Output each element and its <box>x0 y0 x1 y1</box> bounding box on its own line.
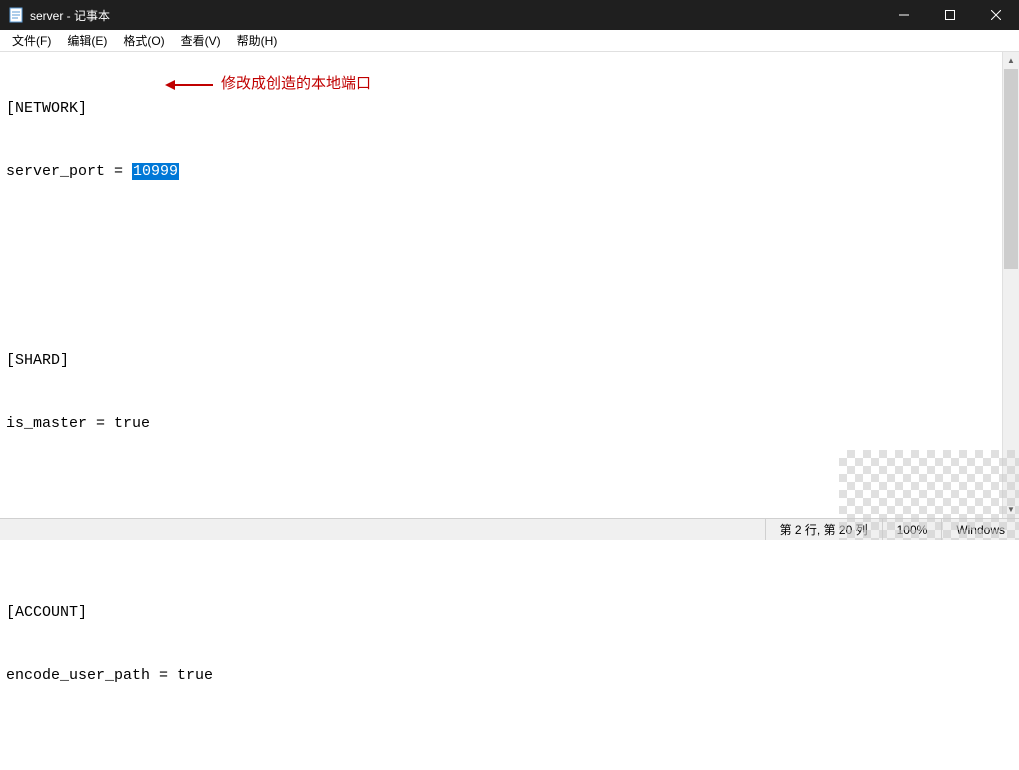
text-line: server_port = 10999 <box>6 161 996 182</box>
text-line <box>6 539 996 560</box>
text-editor[interactable]: [NETWORK] server_port = 10999 [SHARD] is… <box>0 52 1002 518</box>
minimize-button[interactable] <box>881 0 927 30</box>
editor-wrapper: [NETWORK] server_port = 10999 [SHARD] is… <box>0 52 1019 518</box>
window-title: server - 记事本 <box>30 7 881 24</box>
text-line <box>6 287 996 308</box>
arrow-left-icon <box>165 77 213 93</box>
close-button[interactable] <box>973 0 1019 30</box>
text-line: [NETWORK] <box>6 98 996 119</box>
menu-help[interactable]: 帮助(H) <box>229 30 286 51</box>
menu-file[interactable]: 文件(F) <box>4 30 59 51</box>
annotation: 修改成创造的本地端口 <box>165 74 371 95</box>
menu-view[interactable]: 查看(V) <box>173 30 229 51</box>
selected-text: 10999 <box>132 163 179 180</box>
scroll-thumb[interactable] <box>1004 69 1018 269</box>
vertical-scrollbar[interactable]: ▲ ▼ <box>1002 52 1019 518</box>
text-line: is_master = true <box>6 413 996 434</box>
window-controls <box>881 0 1019 30</box>
text-line <box>6 476 996 497</box>
text-line: [SHARD] <box>6 350 996 371</box>
maximize-button[interactable] <box>927 0 973 30</box>
titlebar[interactable]: server - 记事本 <box>0 0 1019 30</box>
menu-format[interactable]: 格式(O) <box>115 30 172 51</box>
scroll-up-button[interactable]: ▲ <box>1003 52 1019 69</box>
server-port-label: server_port = <box>6 163 132 180</box>
annotation-text: 修改成创造的本地端口 <box>221 74 371 95</box>
scroll-down-button[interactable]: ▼ <box>1003 501 1019 518</box>
text-line <box>6 224 996 245</box>
text-line: [ACCOUNT] <box>6 602 996 623</box>
menubar: 文件(F) 编辑(E) 格式(O) 查看(V) 帮助(H) <box>0 30 1019 52</box>
text-line: encode_user_path = true <box>6 665 996 686</box>
menu-edit[interactable]: 编辑(E) <box>59 30 115 51</box>
notepad-icon <box>8 7 24 23</box>
